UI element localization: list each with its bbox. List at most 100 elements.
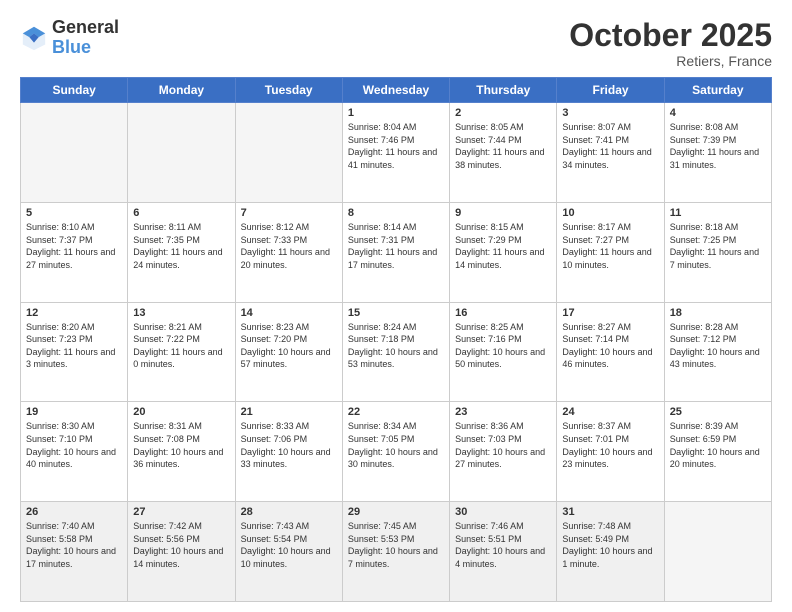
day-number: 24: [562, 406, 658, 418]
calendar-cell: 4Sunrise: 8:08 AM Sunset: 7:39 PM Daylig…: [664, 103, 771, 203]
day-number: 19: [26, 406, 122, 418]
calendar-cell: 29 Sunrise: 7:45 AM Sunset: 5:53 PM Dayli…: [342, 502, 449, 602]
calendar-cell: 20Sunrise: 8:31 AM Sunset: 7:08 PM Dayli…: [128, 402, 235, 502]
day-header-tuesday: Tuesday: [235, 78, 342, 103]
calendar-cell: 27 Sunrise: 7:42 AM Sunset: 5:56 PM Dayli…: [128, 502, 235, 602]
day-info: Sunrise: 7:45 AM Sunset: 5:53 PM Dayligh…: [348, 520, 444, 570]
day-number: 22: [348, 406, 444, 418]
day-info: Sunrise: 8:30 AM Sunset: 7:10 PM Dayligh…: [26, 420, 122, 470]
calendar-cell: 12 Sunrise: 8:20 AM Sunset: 7:23 PM Dayli…: [21, 302, 128, 402]
day-info: Sunrise: 7:48 AM Sunset: 5:49 PM Dayligh…: [562, 520, 658, 570]
day-info: Sunrise: 8:24 AM Sunset: 7:18 PM Dayligh…: [348, 321, 444, 371]
day-number: 4: [670, 107, 766, 119]
calendar-week-1: 1 Sunrise: 8:04 AM Sunset: 7:46 PM Daylig…: [21, 103, 772, 203]
day-number: 5: [26, 207, 122, 219]
day-number: 23: [455, 406, 551, 418]
logo: General Blue: [20, 18, 119, 58]
day-number: 20: [133, 406, 229, 418]
day-number: 9: [455, 207, 551, 219]
page: General Blue October 2025 Retiers, Franc…: [0, 0, 792, 612]
day-info: Sunrise: 8:11 AM Sunset: 7:35 PM Dayligh…: [133, 221, 229, 271]
day-header-thursday: Thursday: [450, 78, 557, 103]
calendar-cell: 30 Sunrise: 7:46 AM Sunset: 5:51 PM Dayli…: [450, 502, 557, 602]
day-header-monday: Monday: [128, 78, 235, 103]
calendar-cell: 11Sunrise: 8:18 AM Sunset: 7:25 PM Dayli…: [664, 202, 771, 302]
day-number: 11: [670, 207, 766, 219]
location: Retiers, France: [569, 53, 772, 69]
day-info: Sunrise: 7:40 AM Sunset: 5:58 PM Dayligh…: [26, 520, 122, 570]
calendar-cell: 14Sunrise: 8:23 AM Sunset: 7:20 PM Dayli…: [235, 302, 342, 402]
calendar-cell: 19 Sunrise: 8:30 AM Sunset: 7:10 PM Dayli…: [21, 402, 128, 502]
day-number: 16: [455, 307, 551, 319]
day-info: Sunrise: 8:20 AM Sunset: 7:23 PM Dayligh…: [26, 321, 122, 371]
calendar-cell: 17Sunrise: 8:27 AM Sunset: 7:14 PM Dayli…: [557, 302, 664, 402]
calendar-cell: [21, 103, 128, 203]
day-info: Sunrise: 8:23 AM Sunset: 7:20 PM Dayligh…: [241, 321, 337, 371]
logo-icon: [20, 24, 48, 52]
day-info: Sunrise: 7:42 AM Sunset: 5:56 PM Dayligh…: [133, 520, 229, 570]
day-header-saturday: Saturday: [664, 78, 771, 103]
calendar-cell: 8Sunrise: 8:14 AM Sunset: 7:31 PM Daylig…: [342, 202, 449, 302]
day-number: 27: [133, 506, 229, 518]
calendar-week-3: 12 Sunrise: 8:20 AM Sunset: 7:23 PM Dayli…: [21, 302, 772, 402]
logo-text: General Blue: [52, 18, 119, 58]
day-info: Sunrise: 8:10 AM Sunset: 7:37 PM Dayligh…: [26, 221, 122, 271]
day-number: 12: [26, 307, 122, 319]
day-info: Sunrise: 7:46 AM Sunset: 5:51 PM Dayligh…: [455, 520, 551, 570]
day-info: Sunrise: 8:04 AM Sunset: 7:46 PM Dayligh…: [348, 121, 444, 171]
day-number: 29: [348, 506, 444, 518]
day-info: Sunrise: 8:34 AM Sunset: 7:05 PM Dayligh…: [348, 420, 444, 470]
calendar-cell: 25 Sunrise: 8:39 AM Sunset: 6:59 PM Dayli…: [664, 402, 771, 502]
calendar-cell: 24 Sunrise: 8:37 AM Sunset: 7:01 PM Dayli…: [557, 402, 664, 502]
month-title: October 2025: [569, 18, 772, 53]
calendar-cell: 28Sunrise: 7:43 AM Sunset: 5:54 PM Dayli…: [235, 502, 342, 602]
calendar-cell: 18 Sunrise: 8:28 AM Sunset: 7:12 PM Dayli…: [664, 302, 771, 402]
day-info: Sunrise: 8:28 AM Sunset: 7:12 PM Dayligh…: [670, 321, 766, 371]
calendar-cell: 5 Sunrise: 8:10 AM Sunset: 7:37 PM Daylig…: [21, 202, 128, 302]
calendar-cell: [128, 103, 235, 203]
day-number: 31: [562, 506, 658, 518]
day-number: 25: [670, 406, 766, 418]
day-number: 26: [26, 506, 122, 518]
day-info: Sunrise: 8:21 AM Sunset: 7:22 PM Dayligh…: [133, 321, 229, 371]
day-number: 2: [455, 107, 551, 119]
calendar-cell: 15 Sunrise: 8:24 AM Sunset: 7:18 PM Dayli…: [342, 302, 449, 402]
day-number: 3: [562, 107, 658, 119]
day-header-sunday: Sunday: [21, 78, 128, 103]
logo-general: General: [52, 18, 119, 38]
calendar-week-5: 26 Sunrise: 7:40 AM Sunset: 5:58 PM Dayli…: [21, 502, 772, 602]
calendar-header-row: SundayMondayTuesdayWednesdayThursdayFrid…: [21, 78, 772, 103]
calendar-cell: 22 Sunrise: 8:34 AM Sunset: 7:05 PM Dayli…: [342, 402, 449, 502]
day-number: 15: [348, 307, 444, 319]
calendar-cell: 1 Sunrise: 8:04 AM Sunset: 7:46 PM Daylig…: [342, 103, 449, 203]
day-info: Sunrise: 8:07 AM Sunset: 7:41 PM Dayligh…: [562, 121, 658, 171]
calendar-cell: [664, 502, 771, 602]
day-number: 1: [348, 107, 444, 119]
calendar-week-2: 5 Sunrise: 8:10 AM Sunset: 7:37 PM Daylig…: [21, 202, 772, 302]
day-number: 30: [455, 506, 551, 518]
day-info: Sunrise: 8:33 AM Sunset: 7:06 PM Dayligh…: [241, 420, 337, 470]
day-number: 18: [670, 307, 766, 319]
calendar-cell: 2Sunrise: 8:05 AM Sunset: 7:44 PM Daylig…: [450, 103, 557, 203]
day-number: 7: [241, 207, 337, 219]
calendar-cell: 16Sunrise: 8:25 AM Sunset: 7:16 PM Dayli…: [450, 302, 557, 402]
day-info: Sunrise: 8:39 AM Sunset: 6:59 PM Dayligh…: [670, 420, 766, 470]
calendar-cell: 23Sunrise: 8:36 AM Sunset: 7:03 PM Dayli…: [450, 402, 557, 502]
day-info: Sunrise: 8:15 AM Sunset: 7:29 PM Dayligh…: [455, 221, 551, 271]
day-header-wednesday: Wednesday: [342, 78, 449, 103]
calendar-cell: 9 Sunrise: 8:15 AM Sunset: 7:29 PM Daylig…: [450, 202, 557, 302]
day-number: 17: [562, 307, 658, 319]
day-info: Sunrise: 7:43 AM Sunset: 5:54 PM Dayligh…: [241, 520, 337, 570]
day-number: 8: [348, 207, 444, 219]
day-info: Sunrise: 8:37 AM Sunset: 7:01 PM Dayligh…: [562, 420, 658, 470]
calendar-cell: 3 Sunrise: 8:07 AM Sunset: 7:41 PM Daylig…: [557, 103, 664, 203]
calendar-week-4: 19 Sunrise: 8:30 AM Sunset: 7:10 PM Dayli…: [21, 402, 772, 502]
calendar-table: SundayMondayTuesdayWednesdayThursdayFrid…: [20, 77, 772, 602]
calendar-cell: 26 Sunrise: 7:40 AM Sunset: 5:58 PM Dayli…: [21, 502, 128, 602]
day-info: Sunrise: 8:12 AM Sunset: 7:33 PM Dayligh…: [241, 221, 337, 271]
calendar-cell: 13Sunrise: 8:21 AM Sunset: 7:22 PM Dayli…: [128, 302, 235, 402]
day-header-friday: Friday: [557, 78, 664, 103]
day-info: Sunrise: 8:17 AM Sunset: 7:27 PM Dayligh…: [562, 221, 658, 271]
calendar-cell: 7 Sunrise: 8:12 AM Sunset: 7:33 PM Daylig…: [235, 202, 342, 302]
title-block: October 2025 Retiers, France: [569, 18, 772, 69]
